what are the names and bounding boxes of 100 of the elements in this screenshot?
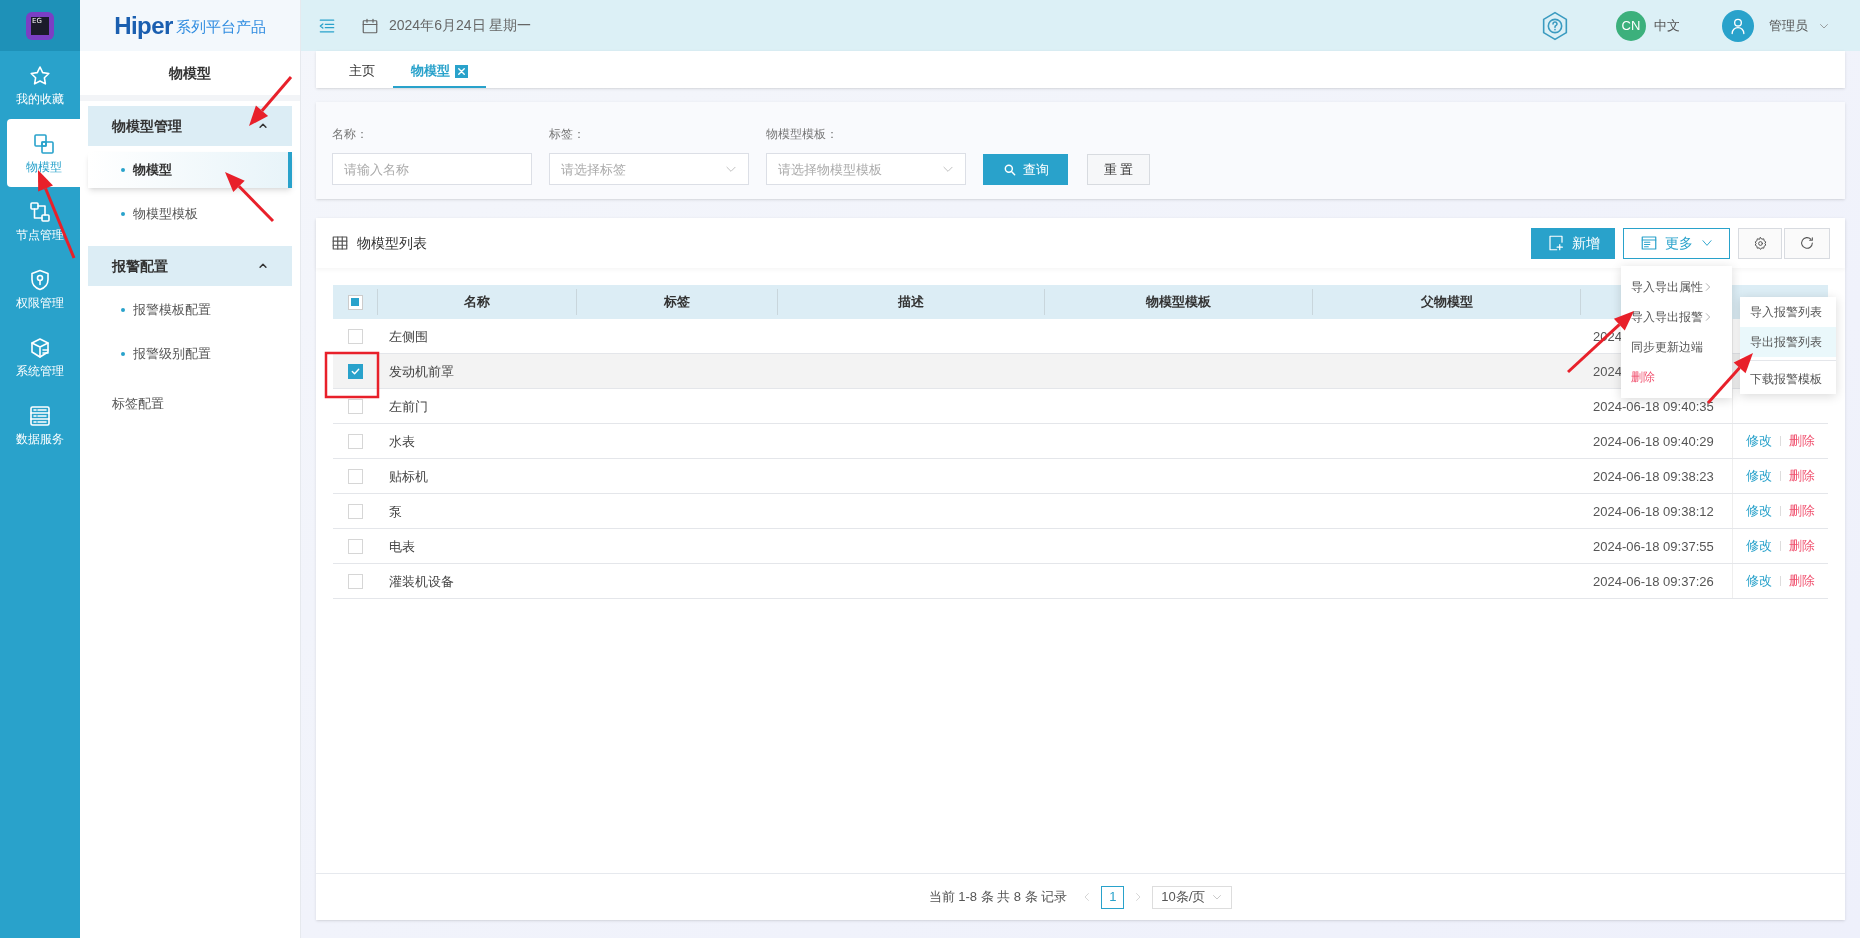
reset-button[interactable]: 重 置: [1087, 154, 1150, 185]
menu-item[interactable]: 物模型模板: [88, 196, 292, 232]
brand-name: Hiper: [114, 10, 173, 41]
chevron-icon: [258, 121, 268, 131]
table-cell: 2024-06-18 09:40:29: [1593, 434, 1714, 449]
table-cell: 电表: [389, 539, 415, 554]
column-header: 描述: [898, 293, 924, 312]
pagination-summary: 当前 1-8 条 共 8 条 记录: [928, 888, 1068, 907]
menu-item[interactable]: 物模型: [88, 152, 292, 188]
annotation-box: [324, 351, 380, 399]
edit-link[interactable]: 修改: [1745, 571, 1772, 591]
rail-item[interactable]: 数据服务: [0, 391, 80, 459]
brand-tagline: 系列平台产品: [175, 17, 266, 38]
rail-item[interactable]: 我的收藏: [0, 51, 80, 119]
menu-group[interactable]: 物模型管理: [88, 106, 292, 146]
table-cell: 2024-06-18 09:38:12: [1593, 504, 1714, 519]
x-mark-icon: [456, 65, 467, 77]
settings-icon: [1752, 235, 1768, 251]
tab[interactable]: 物模型: [393, 56, 486, 88]
edit-link[interactable]: 修改: [1745, 501, 1772, 521]
table-icon: [331, 234, 349, 252]
menu-item[interactable]: 报警模板配置: [88, 292, 292, 328]
rail-item[interactable]: 物模型: [7, 119, 80, 187]
checkbox[interactable]: [347, 468, 363, 484]
table-cell: 2024: [1593, 364, 1622, 379]
squares-icon: [31, 132, 56, 156]
menu-item[interactable]: 删除: [1621, 362, 1732, 392]
refresh-button[interactable]: [1784, 227, 1830, 259]
search-button[interactable]: 查询: [983, 154, 1068, 185]
delete-link[interactable]: 删除: [1788, 501, 1815, 521]
rail-item[interactable]: 权限管理: [0, 255, 80, 323]
star-icon: [28, 64, 52, 88]
page-size-select[interactable]: 10条/页: [1152, 885, 1233, 909]
chevron-icon: [258, 261, 268, 271]
checkbox[interactable]: [347, 538, 363, 554]
checkbox[interactable]: [347, 328, 363, 344]
delete-link[interactable]: 删除: [1788, 571, 1815, 591]
checkbox[interactable]: [347, 398, 363, 414]
language-badge: CN: [1616, 10, 1646, 41]
delete-link[interactable]: 删除: [1788, 431, 1815, 451]
user-name[interactable]: 管理员: [1769, 15, 1808, 36]
language-label[interactable]: 中文: [1654, 15, 1680, 36]
table-cell: 贴标机: [389, 469, 428, 484]
table-cell: 左前门: [389, 399, 428, 414]
checkbox[interactable]: [347, 573, 363, 589]
table-cell: 水表: [389, 434, 415, 449]
edit-link[interactable]: 修改: [1745, 431, 1772, 451]
add-icon: [1546, 234, 1565, 252]
page-button[interactable]: 1: [1101, 885, 1125, 909]
server-icon: [28, 404, 52, 428]
list-icon: [1639, 234, 1658, 252]
menu-item[interactable]: 同步更新边端: [1621, 332, 1732, 362]
table-cell: 灌装机设备: [389, 574, 454, 589]
menu-item[interactable]: 导入报警列表: [1740, 297, 1836, 327]
menu-item[interactable]: 导出报警列表: [1740, 327, 1836, 357]
table-cell: 左侧围: [389, 329, 428, 344]
checkbox[interactable]: [347, 363, 363, 379]
checkbox[interactable]: [347, 294, 363, 310]
menu-item[interactable]: 标签配置: [88, 386, 164, 422]
more-button[interactable]: 更多: [1623, 227, 1730, 259]
column-header: 父物模型: [1420, 293, 1473, 312]
table-cell: 2024-06-18 09:37:26: [1593, 574, 1714, 589]
table-cell: 发动机前罩: [389, 364, 454, 379]
table-cell: 2024-06-18 09:37:55: [1593, 539, 1714, 554]
edit-link[interactable]: 修改: [1745, 466, 1772, 486]
menu-item[interactable]: 导入导出报警: [1621, 302, 1732, 332]
tab[interactable]: 主页: [331, 56, 393, 88]
checkbox[interactable]: [347, 433, 363, 449]
select-field[interactable]: 请选择标签: [549, 153, 749, 185]
list-title: 物模型列表: [357, 233, 427, 253]
delete-link[interactable]: 删除: [1788, 536, 1815, 556]
search-icon: [1002, 162, 1017, 177]
nodes-icon: [28, 200, 52, 224]
edit-link[interactable]: 修改: [1745, 536, 1772, 556]
menu-group[interactable]: 报警配置: [88, 246, 292, 286]
menu-item[interactable]: 报警级别配置: [88, 336, 292, 372]
column-header: 物模型模板: [1146, 293, 1211, 312]
select-field[interactable]: 请选择物模型模板: [766, 153, 966, 185]
table-cell: 泵: [389, 504, 402, 519]
column-header: 名称: [464, 293, 490, 312]
table-cell: 2024-06-18 09:40:35: [1593, 399, 1714, 414]
date-text: 2024年6月24日 星期一: [389, 16, 532, 35]
close-icon[interactable]: [455, 64, 468, 78]
input-field[interactable]: 请输入名称: [332, 153, 532, 185]
add-button[interactable]: 新增: [1531, 227, 1615, 259]
menu-item[interactable]: 导入导出属性: [1621, 272, 1732, 302]
menu-item[interactable]: 下载报警模板: [1740, 364, 1836, 394]
column-header: 标签: [664, 293, 690, 312]
rail-item[interactable]: 系统管理: [0, 323, 80, 391]
chevron-right-icon: [1703, 282, 1713, 292]
field-label: 名称：: [332, 126, 369, 143]
field-label: 标签：: [549, 126, 586, 143]
annotation-arrow: [249, 76, 293, 126]
delete-link[interactable]: 删除: [1788, 466, 1815, 486]
field-label: 物模型模板：: [766, 126, 839, 143]
cube-icon: [28, 336, 52, 360]
calendar-icon: [361, 16, 379, 35]
checkbox[interactable]: [347, 503, 363, 519]
table-cell: 2024-06-18 09:38:23: [1593, 469, 1714, 484]
settings-button[interactable]: [1738, 227, 1782, 259]
